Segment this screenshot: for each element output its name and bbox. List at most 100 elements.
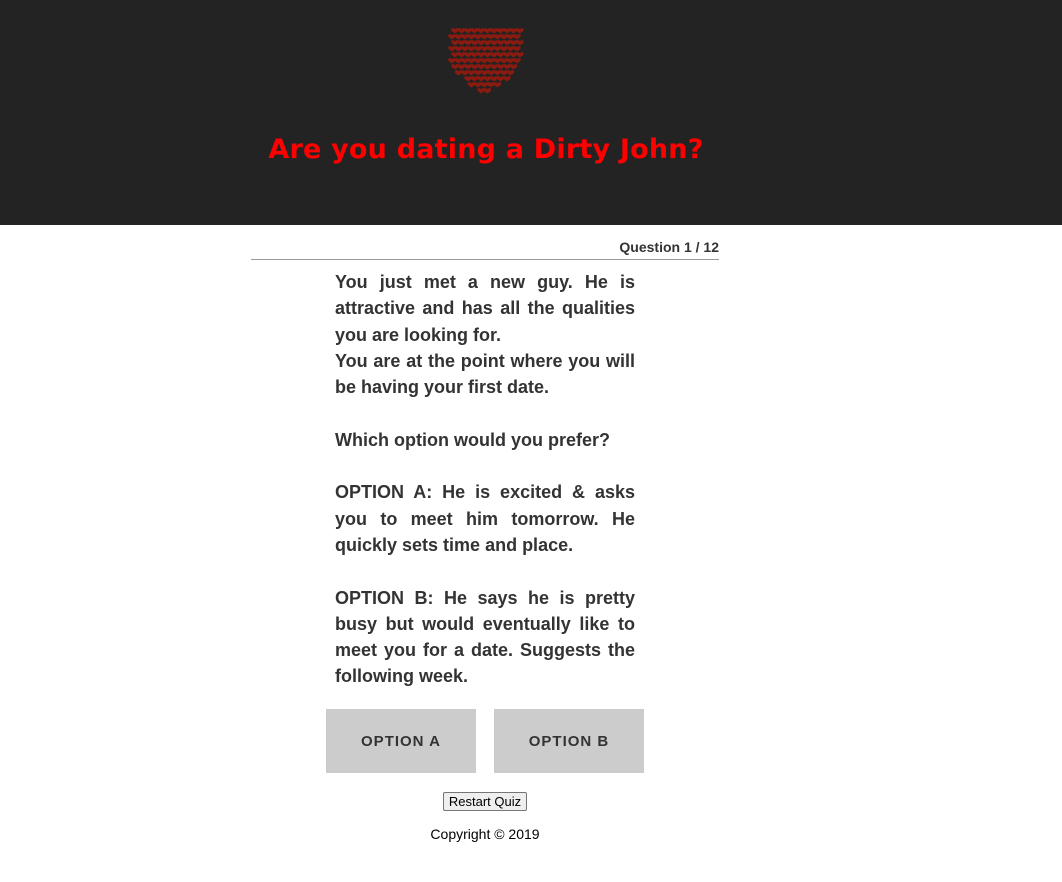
- small-heart-icon: [487, 82, 495, 88]
- small-heart-icon: [454, 34, 463, 40]
- small-heart-icon: [477, 76, 485, 82]
- small-heart-icon: [483, 52, 492, 58]
- small-heart-icon: [467, 70, 476, 76]
- small-heart-icon: [490, 40, 498, 46]
- small-heart-icon: [474, 34, 482, 40]
- small-heart-icon: [487, 70, 495, 76]
- small-heart-icon: [477, 40, 485, 46]
- question-line-2: You are at the point where you will be h…: [335, 350, 635, 398]
- small-heart-icon: [448, 58, 456, 64]
- small-heart-icon: [467, 82, 476, 88]
- small-heart-icon: [513, 34, 521, 40]
- site-header: Are you dating a Dirty John?: [0, 0, 1062, 225]
- small-heart-icon: [467, 34, 476, 40]
- small-heart-icon: [477, 88, 485, 94]
- small-heart-icon: [513, 58, 521, 64]
- small-heart-icon: [509, 40, 518, 46]
- question-counter-bar: Question 1 / 12: [251, 237, 719, 260]
- small-heart-icon: [464, 52, 472, 58]
- small-heart-icon: [490, 64, 498, 70]
- small-heart-icon: [493, 82, 502, 88]
- small-heart-icon: [496, 52, 505, 58]
- small-heart-icon: [503, 76, 511, 82]
- small-heart-icon: [461, 34, 469, 40]
- small-heart-icon: [451, 28, 459, 34]
- question-text: You just met a new guy. He is attractive…: [335, 269, 635, 690]
- question-counter: Question 1 / 12: [619, 239, 719, 255]
- small-heart-icon: [513, 46, 521, 52]
- site-title: Are you dating a Dirty John?: [268, 134, 704, 165]
- hearts-cluster-icon: [448, 28, 524, 94]
- small-heart-icon: [464, 28, 472, 34]
- small-heart-icon: [457, 40, 466, 46]
- small-heart-icon: [451, 64, 459, 70]
- small-heart-icon: [480, 34, 489, 40]
- small-heart-icon: [509, 52, 518, 58]
- small-heart-icon: [480, 58, 489, 64]
- small-heart-icon: [477, 28, 485, 34]
- small-heart-icon: [467, 46, 476, 52]
- restart-quiz-button[interactable]: Restart Quiz: [443, 792, 527, 811]
- small-heart-icon: [454, 70, 463, 76]
- small-heart-icon: [506, 58, 515, 64]
- small-heart-icon: [448, 34, 456, 40]
- small-heart-icon: [509, 28, 518, 34]
- small-heart-icon: [480, 70, 489, 76]
- small-heart-icon: [474, 58, 482, 64]
- small-heart-icon: [487, 46, 495, 52]
- small-heart-icon: [496, 76, 505, 82]
- copyright-footer: Copyright © 2019: [430, 826, 540, 842]
- small-heart-icon: [516, 28, 524, 34]
- small-heart-icon: [454, 46, 463, 52]
- small-heart-icon: [474, 70, 482, 76]
- small-heart-icon: [474, 82, 482, 88]
- small-heart-icon: [500, 58, 508, 64]
- small-heart-icon: [477, 64, 485, 70]
- small-heart-icon: [454, 58, 463, 64]
- small-heart-icon: [516, 52, 524, 58]
- small-heart-icon: [461, 58, 469, 64]
- small-heart-icon: [493, 34, 502, 40]
- small-heart-icon: [493, 58, 502, 64]
- small-heart-icon: [487, 34, 495, 40]
- small-heart-icon: [483, 88, 492, 94]
- small-heart-icon: [480, 46, 489, 52]
- small-heart-icon: [467, 58, 476, 64]
- small-heart-icon: [470, 40, 479, 46]
- small-heart-icon: [480, 82, 489, 88]
- small-heart-icon: [470, 76, 479, 82]
- option-b-button[interactable]: OPTION B: [494, 709, 644, 773]
- small-heart-icon: [487, 58, 495, 64]
- small-heart-icon: [496, 64, 505, 70]
- small-heart-icon: [483, 76, 492, 82]
- small-heart-icon: [490, 52, 498, 58]
- small-heart-icon: [506, 70, 515, 76]
- small-heart-icon: [457, 64, 466, 70]
- small-heart-icon: [503, 40, 511, 46]
- small-heart-icon: [461, 46, 469, 52]
- small-heart-icon: [451, 40, 459, 46]
- small-heart-icon: [496, 28, 505, 34]
- small-heart-icon: [500, 46, 508, 52]
- small-heart-icon: [464, 40, 472, 46]
- small-heart-icon: [457, 28, 466, 34]
- small-heart-icon: [503, 52, 511, 58]
- small-heart-icon: [470, 52, 479, 58]
- small-heart-icon: [503, 28, 511, 34]
- option-b-description: OPTION B: He says he is pretty busy but …: [335, 587, 635, 687]
- question-line-1: You just met a new guy. He is attractive…: [335, 272, 635, 345]
- small-heart-icon: [477, 52, 485, 58]
- option-a-button[interactable]: OPTION A: [326, 709, 476, 773]
- small-heart-icon: [483, 28, 492, 34]
- small-heart-icon: [470, 64, 479, 70]
- small-heart-icon: [506, 34, 515, 40]
- small-heart-icon: [448, 46, 456, 52]
- small-heart-icon: [509, 64, 518, 70]
- small-heart-icon: [506, 46, 515, 52]
- small-heart-icon: [474, 46, 482, 52]
- small-heart-icon: [464, 76, 472, 82]
- small-heart-icon: [461, 70, 469, 76]
- small-heart-icon: [490, 76, 498, 82]
- small-heart-icon: [470, 28, 479, 34]
- small-heart-icon: [503, 64, 511, 70]
